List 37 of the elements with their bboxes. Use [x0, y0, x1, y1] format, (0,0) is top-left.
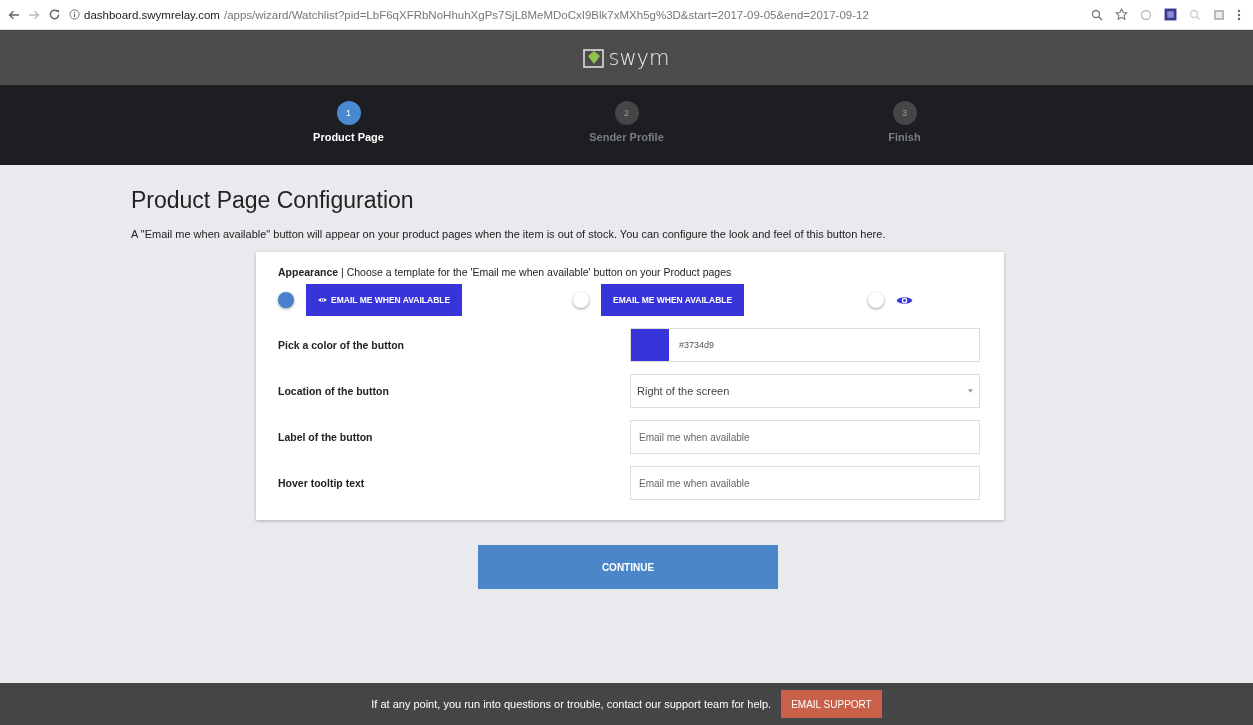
color-field[interactable]: #3734d9: [630, 328, 980, 362]
radio-button[interactable]: [278, 292, 294, 308]
step-number[interactable]: 1: [336, 101, 361, 125]
star-icon[interactable]: [1115, 8, 1128, 21]
button-preview: EMAIL ME WHEN AVAILABLE: [601, 284, 745, 316]
menu-icon[interactable]: [1237, 8, 1241, 21]
page-description: A "Email me when available" button will appear on your product pages when the item is out of stock. You can configure the look and feel of this button here.: [131, 228, 887, 240]
field-label: Location of the button: [278, 385, 390, 397]
extension-icon[interactable]: [1164, 8, 1177, 21]
zoom-icon[interactable]: [1091, 8, 1103, 21]
field-label: Pick a color of the button: [278, 339, 405, 351]
logo-icon: [583, 47, 606, 68]
back-icon[interactable]: [8, 9, 20, 20]
radio-button[interactable]: [868, 292, 884, 308]
radio-button[interactable]: [573, 292, 589, 308]
brand-name: swym: [608, 45, 670, 70]
page-title: Product Page Configuration: [131, 187, 415, 214]
field-label: Hover tooltip text: [278, 477, 366, 489]
caret-icon: [968, 389, 973, 393]
appearance-instruction: Appearance | Choose a template for the 'Email me when available' button on your Product pages: [278, 266, 733, 278]
eye-icon: [318, 297, 327, 303]
continue-button[interactable]: CONTINUE: [478, 545, 778, 589]
preview-label: EMAIL ME WHEN AVAILABLE: [331, 295, 451, 305]
step-number[interactable]: 2: [614, 101, 639, 125]
step-label[interactable]: Sender Profile: [589, 131, 664, 143]
reload-icon[interactable]: [48, 8, 61, 21]
support-message: If at any point, you run into questions or trouble, contact our support team for help.: [371, 698, 772, 710]
text-field[interactable]: Email me when available: [630, 420, 980, 454]
email-support-button[interactable]: EMAIL SUPPORT: [781, 690, 882, 718]
step-label[interactable]: Product Page: [313, 131, 384, 143]
location-dropdown[interactable]: Right of the screen: [630, 374, 980, 408]
field-label: Label of the button: [278, 431, 374, 443]
color-swatch[interactable]: [631, 329, 669, 361]
text-field[interactable]: Email me when available: [630, 466, 980, 500]
eye-icon: [896, 294, 913, 306]
step-label[interactable]: Finish: [888, 131, 921, 143]
step-number[interactable]: 3: [892, 101, 917, 125]
